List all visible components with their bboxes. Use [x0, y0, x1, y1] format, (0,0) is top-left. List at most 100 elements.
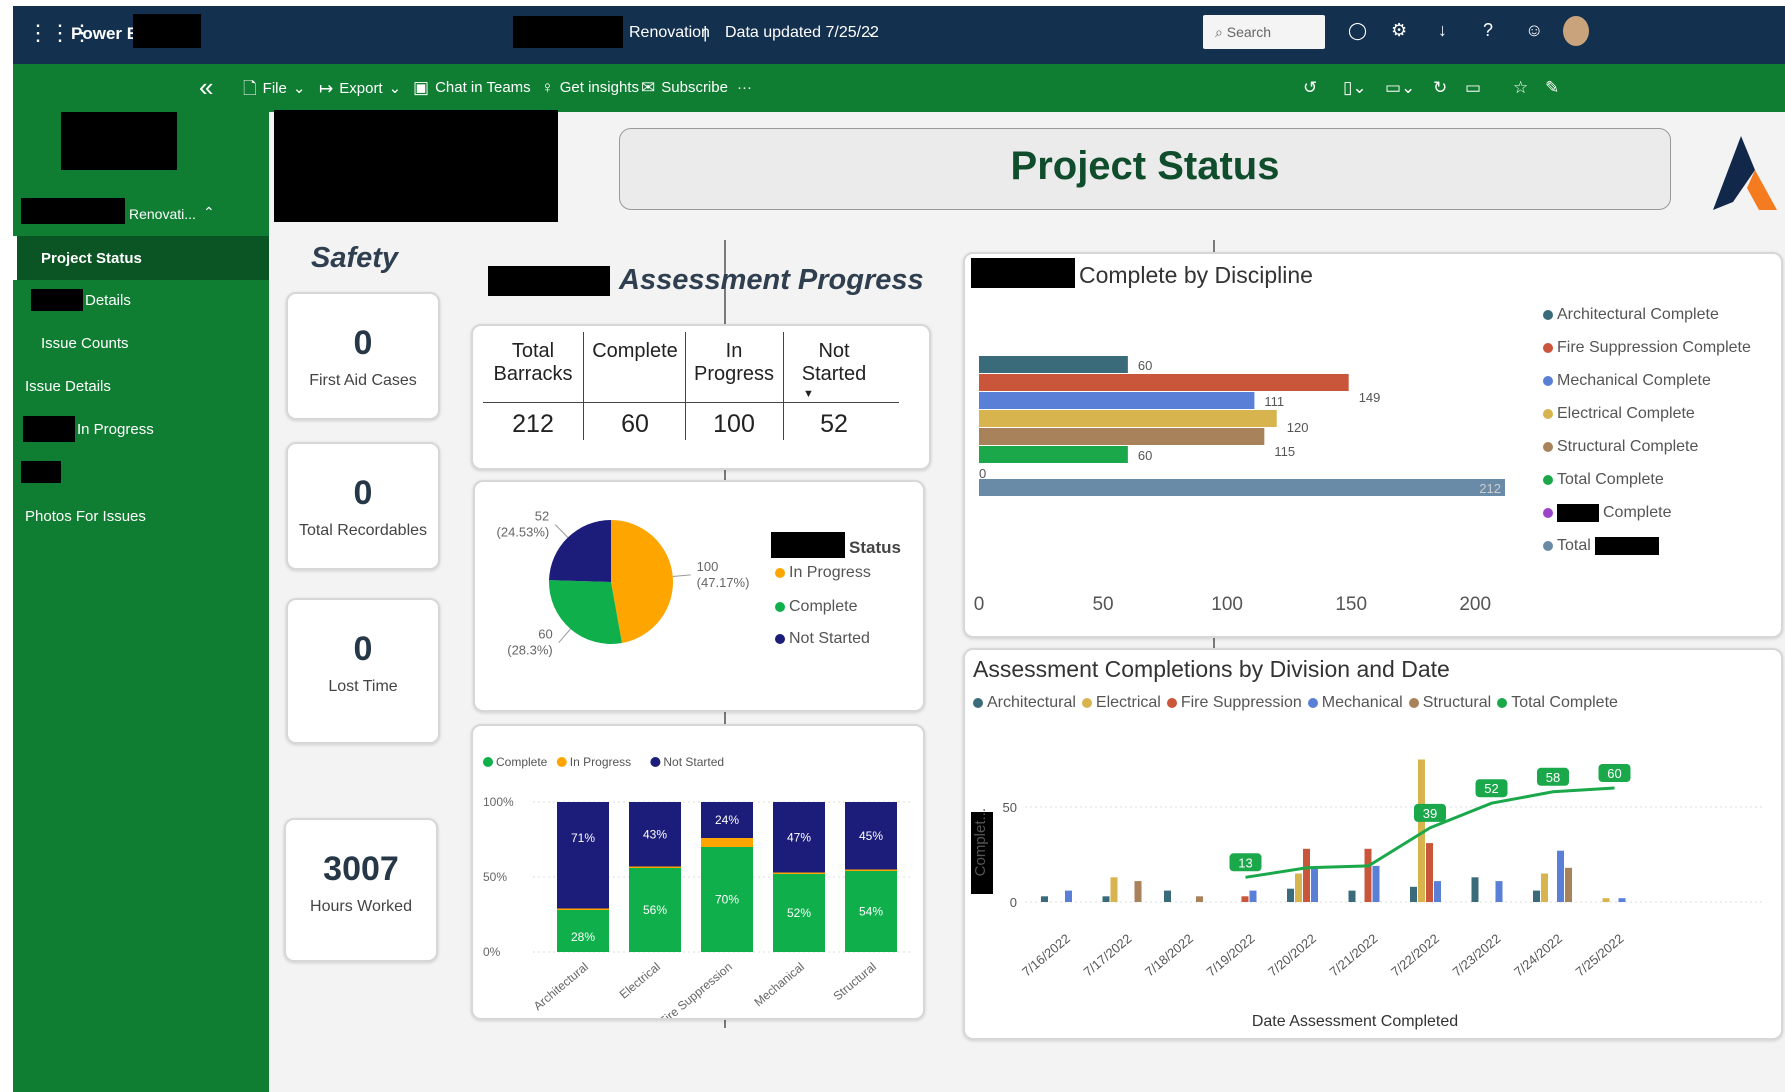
sidebar-item-redacted[interactable] [13, 450, 269, 494]
legend-item-not-started[interactable]: Not Started [775, 630, 870, 648]
avatar[interactable] [1563, 16, 1589, 46]
legend-item-in-progress[interactable]: In Progress [775, 564, 871, 582]
download-icon[interactable]: ↓ [1438, 20, 1447, 41]
get-insights-button[interactable]: ♀ Get insights [541, 79, 639, 96]
bar-mechanical-complete[interactable] [979, 392, 1255, 409]
stacked-bar-segment[interactable] [557, 802, 609, 909]
sidebar-item-issue-counts[interactable]: Issue Counts [13, 321, 269, 365]
edit-icon[interactable]: ✎ [1545, 79, 1559, 96]
kpi-card: 0 Total Recordables [286, 442, 440, 570]
bar-total[interactable] [979, 479, 1505, 496]
column-bar[interactable] [1041, 896, 1048, 902]
file-menu[interactable]: 🗋 File ⌄ [243, 79, 305, 98]
pie-slice-complete[interactable] [549, 580, 622, 644]
sidebar-item-project-status[interactable]: Project Status [13, 236, 269, 280]
sort-indicator-icon[interactable]: ▼ [803, 388, 814, 400]
column-bar[interactable] [1471, 877, 1479, 902]
bar-electrical-complete[interactable] [979, 410, 1277, 427]
bar-value-label: 115 [1274, 444, 1295, 459]
legend-item-electrical-complete[interactable]: Electrical Complete [1543, 397, 1751, 430]
sidebar-item-details[interactable]: Details [13, 278, 269, 322]
report-name[interactable]: Renovation [629, 24, 710, 42]
stacked-bar-segment[interactable] [773, 872, 825, 875]
bar-structural-complete[interactable] [979, 428, 1265, 445]
sidebar-item-issue-details[interactable]: Issue Details [13, 364, 269, 408]
legend-item-total[interactable]: Total [1543, 529, 1751, 562]
view-icon[interactable]: ▭⌄ [1385, 79, 1415, 96]
stacked-bar-segment[interactable] [701, 838, 753, 847]
pie-leader-line [672, 574, 691, 577]
segment-label: 43% [643, 827, 667, 841]
favorite-icon[interactable]: ☆ [1513, 79, 1528, 96]
column-bar[interactable] [1196, 896, 1203, 902]
sidebar-item-in-progress[interactable]: In Progress [13, 407, 269, 451]
stacked-bar-segment[interactable] [557, 908, 609, 911]
bar-total-complete[interactable] [979, 446, 1128, 463]
search-box[interactable]: ⌕ Search [1203, 15, 1325, 49]
help-icon[interactable]: ? [1483, 20, 1493, 41]
column-bar[interactable] [1541, 873, 1548, 903]
pie-slice-not-started[interactable] [549, 520, 611, 582]
column-bar[interactable] [1249, 890, 1257, 902]
column-bar[interactable] [1303, 848, 1310, 902]
column-bar[interactable] [1495, 881, 1503, 902]
table-header[interactable]: Not Started [785, 340, 883, 386]
column-bar[interactable] [1065, 890, 1072, 902]
column-bar[interactable] [1434, 881, 1441, 902]
column-bar[interactable] [1557, 850, 1564, 902]
more-options-button[interactable]: ··· [737, 79, 752, 96]
column-bar[interactable] [1618, 898, 1626, 902]
column-bar[interactable] [1426, 843, 1433, 902]
table-header[interactable]: Complete [587, 340, 683, 363]
table-header[interactable]: Total Barracks [485, 340, 581, 386]
column-bar[interactable] [1348, 890, 1356, 902]
legend-item-complete[interactable]: Complete [1543, 496, 1751, 529]
comment-icon[interactable]: ▭ [1465, 79, 1481, 96]
bar-fire-suppression-complete[interactable] [979, 374, 1349, 391]
complete-by-discipline-card: Complete by Discipline 60 149 111 120 115 60 0… [963, 252, 1783, 638]
column-bar[interactable] [1533, 890, 1540, 902]
stacked-bar-segment[interactable] [845, 869, 897, 872]
column-bar[interactable] [1164, 890, 1171, 902]
chat-in-teams-button[interactable]: ▣ Chat in Teams [413, 79, 531, 96]
export-menu[interactable]: ↦ Export ⌄ [319, 79, 401, 98]
column-bar[interactable] [1372, 865, 1380, 902]
column-bar[interactable] [1134, 881, 1142, 902]
settings-icon[interactable]: ⚙ [1391, 20, 1407, 41]
column-bar[interactable] [1287, 888, 1294, 902]
reset-icon[interactable]: ↺ [1303, 79, 1317, 96]
bar-architectural-complete[interactable] [979, 356, 1128, 373]
notifications-icon[interactable]: ◯ [1348, 21, 1367, 41]
column-bar[interactable] [1565, 867, 1572, 902]
pie-slice-in-progress[interactable] [611, 520, 673, 644]
workspace-label[interactable]: Renovati... [129, 206, 196, 222]
legend-item-architectural-complete[interactable]: Architectural Complete [1543, 298, 1751, 331]
legend-item-total-complete[interactable]: Total Complete [1543, 463, 1751, 496]
feedback-icon[interactable]: ☺ [1525, 20, 1543, 41]
bookmark-icon[interactable]: ▯⌄ [1343, 79, 1367, 96]
column-bar[interactable] [1602, 898, 1610, 902]
column-bar[interactable] [1295, 873, 1302, 903]
sidebar-item-photos-for-issues[interactable]: Photos For Issues [13, 494, 269, 538]
refresh-icon[interactable]: ↻ [1433, 79, 1447, 96]
redacted-block [23, 416, 75, 442]
column-bar[interactable] [1410, 886, 1417, 902]
legend-item-fire-suppression-complete[interactable]: Fire Suppression Complete [1543, 331, 1751, 364]
data-updated[interactable]: Data updated 7/25/22 [725, 24, 879, 42]
collapse-nav-icon[interactable]: « [199, 72, 213, 103]
segment-label: 28% [571, 930, 595, 944]
table-header[interactable]: In Progress [687, 340, 781, 386]
legend-item-structural-complete[interactable]: Structural Complete [1543, 430, 1751, 463]
column-bar[interactable] [1311, 867, 1318, 902]
x-tick-label: 7/25/2022 [1572, 931, 1626, 980]
column-bar[interactable] [1364, 848, 1372, 902]
stacked-bar-segment[interactable] [629, 866, 681, 869]
legend-item-mechanical-complete[interactable]: Mechanical Complete [1543, 364, 1751, 397]
column-bar[interactable] [1241, 896, 1249, 902]
subscribe-button[interactable]: ✉ Subscribe [641, 79, 728, 96]
legend-item-complete[interactable]: Complete [775, 598, 857, 616]
chevron-down-icon[interactable]: ⌄ [865, 22, 878, 40]
column-bar[interactable] [1110, 877, 1118, 902]
column-bar[interactable] [1102, 896, 1110, 902]
chevron-up-icon[interactable]: ⌃ [203, 204, 215, 221]
